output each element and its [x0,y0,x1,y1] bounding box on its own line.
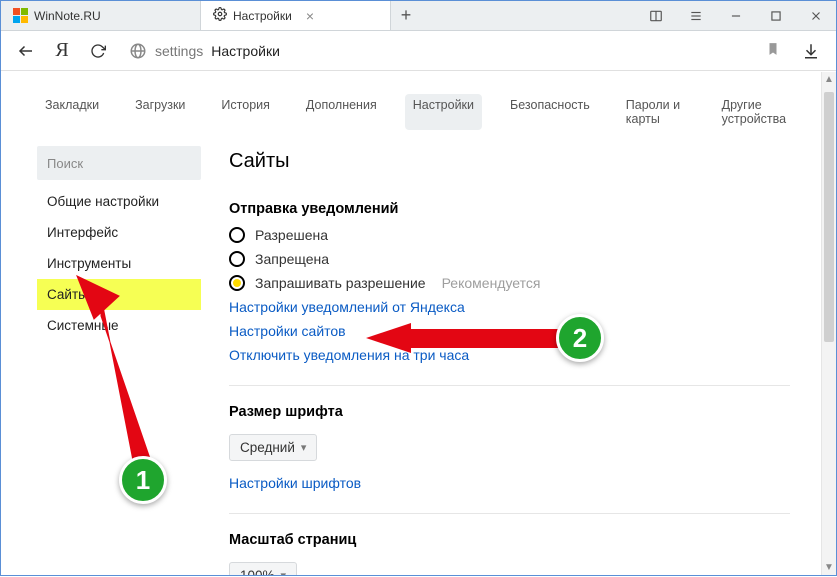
topnav-settings[interactable]: Настройки [405,94,482,130]
divider [229,385,790,386]
link-disable-3h[interactable]: Отключить уведомления на три часа [229,347,790,363]
sidebar-item-system[interactable]: Системные [37,310,201,341]
scrollbar-thumb[interactable] [824,92,834,342]
font-size-select[interactable]: Средний ▾ [229,434,317,461]
recommended-hint: Рекомендуется [442,275,541,291]
select-value: 100% [240,568,275,575]
bookmark-icon[interactable] [766,42,780,59]
divider [229,513,790,514]
browser-tab-settings[interactable]: Настройки × [201,1,391,30]
scroll-down-icon[interactable]: ▼ [822,560,836,575]
link-font-settings[interactable]: Настройки шрифтов [229,475,790,491]
vertical-scrollbar[interactable]: ▲ ▼ [821,72,836,575]
sidebar-item-sites[interactable]: Сайты [37,279,201,310]
page-content: Закладки Загрузки История Дополнения Нас… [1,72,836,575]
zoom-select[interactable]: 100% ▾ [229,562,297,575]
notif-option-ask[interactable]: Запрашивать разрешение Рекомендуется [229,275,790,291]
topnav-downloads[interactable]: Загрузки [127,94,193,130]
radio-label: Запрещена [255,251,329,267]
sidebar-item-tools[interactable]: Инструменты [37,248,201,279]
address-bar[interactable]: settings Настройки [121,37,788,65]
downloads-icon[interactable] [798,38,824,64]
gear-icon [213,7,227,24]
menu-icon[interactable] [676,1,716,30]
back-button[interactable] [13,38,39,64]
close-window-button[interactable] [796,1,836,30]
zoom-heading: Масштаб страниц [229,532,790,548]
notif-heading: Отправка уведомлений [229,201,790,217]
globe-icon [129,42,147,60]
topnav-history[interactable]: История [213,94,277,130]
topnav-devices[interactable]: Другие устройства [714,94,800,130]
settings-sidebar: Поиск Общие настройки Интерфейс Инструме… [37,146,201,575]
radio-label: Запрашивать разрешение [255,275,426,291]
yandex-home-button[interactable]: Я [49,38,75,64]
radio-icon [229,251,245,267]
maximize-button[interactable] [756,1,796,30]
favicon-ms-icon [13,8,28,23]
sidebar-item-interface[interactable]: Интерфейс [37,217,201,248]
new-tab-button[interactable]: + [391,1,421,30]
reload-button[interactable] [85,38,111,64]
radio-icon [229,275,245,291]
link-site-settings[interactable]: Настройки сайтов [229,323,790,339]
link-yandex-notifications[interactable]: Настройки уведомлений от Яндекса [229,299,790,315]
scroll-up-icon[interactable]: ▲ [822,72,836,87]
settings-main: Сайты Отправка уведомлений Разрешена Зап… [229,146,820,575]
address-title: Настройки [211,43,280,59]
radio-label: Разрешена [255,227,328,243]
window-titlebar: WinNote.RU Настройки × + [1,1,836,31]
settings-topnav: Закладки Загрузки История Дополнения Нас… [1,72,836,146]
chevron-down-icon: ▾ [301,441,307,454]
tab-title: WinNote.RU [34,9,101,23]
tab-title: Настройки [233,9,292,23]
search-placeholder: Поиск [47,156,83,171]
topnav-bookmarks[interactable]: Закладки [37,94,107,130]
topnav-security[interactable]: Безопасность [502,94,598,130]
sidebar-search[interactable]: Поиск [37,146,201,180]
reader-mode-icon[interactable] [636,1,676,30]
browser-toolbar: Я settings Настройки [1,31,836,71]
font-heading: Размер шрифта [229,404,790,420]
topnav-passwords[interactable]: Пароли и карты [618,94,694,130]
chevron-down-icon: ▾ [281,569,287,575]
sidebar-item-general[interactable]: Общие настройки [37,186,201,217]
select-value: Средний [240,440,295,455]
topnav-addons[interactable]: Дополнения [298,94,385,130]
browser-tab-winnote[interactable]: WinNote.RU [1,1,201,30]
radio-icon [229,227,245,243]
address-prefix: settings [155,43,203,59]
notif-option-allow[interactable]: Разрешена [229,227,790,243]
page-heading: Сайты [229,150,790,173]
minimize-button[interactable] [716,1,756,30]
close-tab-icon[interactable]: × [306,8,314,24]
notif-option-block[interactable]: Запрещена [229,251,790,267]
